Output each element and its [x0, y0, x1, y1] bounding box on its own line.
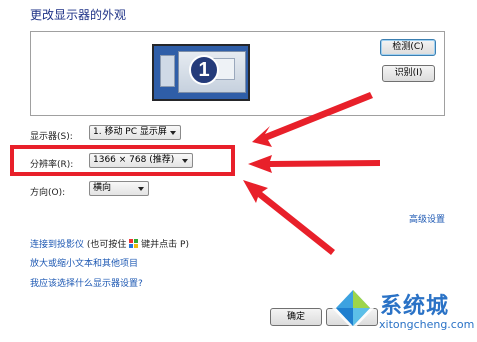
- monitor-number-badge: 1: [189, 55, 219, 85]
- arrow-bottom: [243, 180, 335, 255]
- display-help-link[interactable]: 我应该选择什么显示器设置?: [30, 276, 143, 289]
- projector-link[interactable]: 连接到投影仪: [30, 240, 84, 250]
- projector-hint-prefix: (也可按住: [86, 240, 127, 250]
- ok-button[interactable]: 确定: [270, 308, 322, 326]
- text-size-link[interactable]: 放大或缩小文本和其他项目: [30, 256, 138, 269]
- windows-logo-icon: [129, 239, 139, 248]
- watermark-brand: 系统城: [380, 294, 450, 319]
- advanced-settings-link[interactable]: 高级设置: [409, 212, 445, 225]
- projector-hint-suffix: 键并点击 P): [141, 240, 189, 250]
- watermark-domain: xitongcheng.com: [379, 318, 475, 331]
- watermark-logo-icon: [332, 286, 374, 330]
- arrow-middle: [248, 155, 380, 173]
- arrow-top: [252, 92, 373, 147]
- projector-row: 连接到投影仪 (也可按住 键并点击 P): [30, 237, 189, 250]
